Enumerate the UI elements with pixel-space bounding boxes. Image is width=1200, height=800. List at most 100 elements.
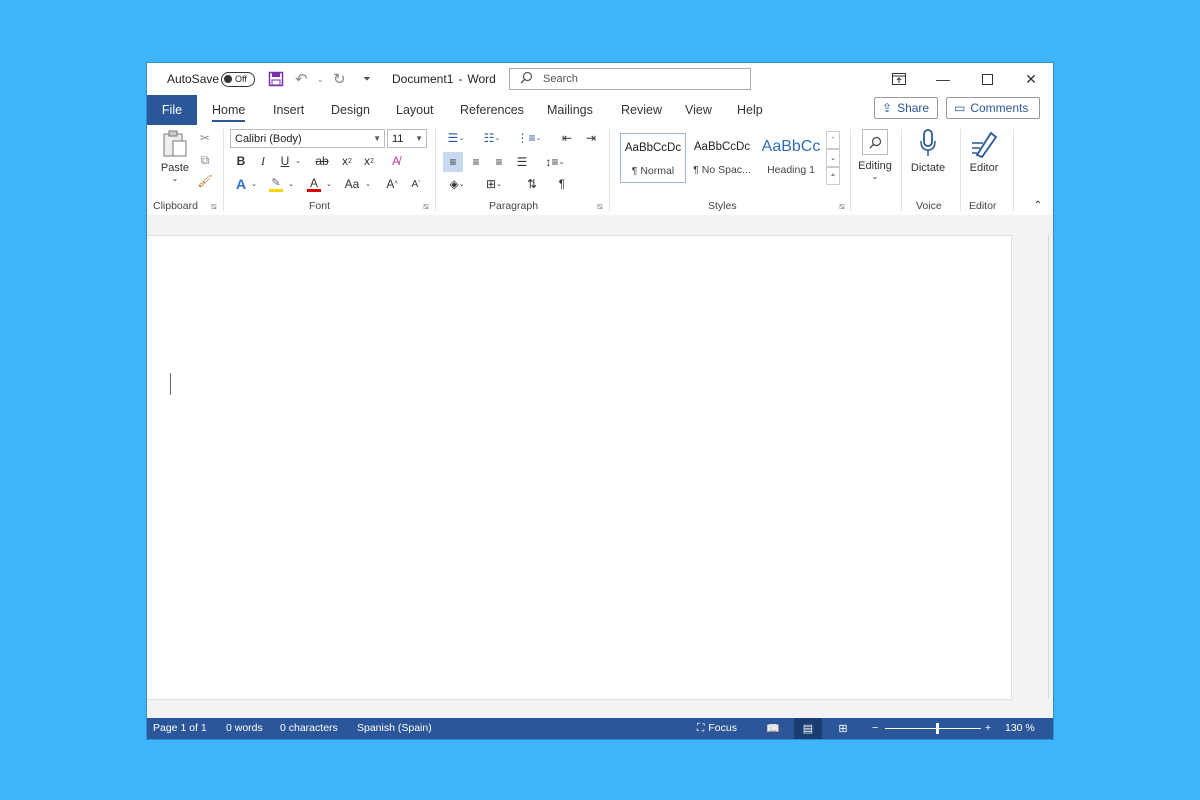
title-separator: - — [458, 72, 463, 86]
autosave-label: AutoSave — [167, 72, 220, 86]
line-spacing-button[interactable]: ↕≡ ⌄ — [540, 152, 570, 172]
document-area — [147, 215, 1053, 718]
document-page[interactable] — [147, 235, 1012, 700]
zoom-slider[interactable] — [885, 723, 981, 734]
web-layout-icon[interactable]: ⊞ — [829, 718, 857, 739]
style-heading-1[interactable]: AaBbCc Heading 1 — [758, 133, 824, 183]
share-button[interactable]: ⇪ Share — [874, 97, 938, 119]
paste-button[interactable]: Paste ⌄ — [157, 129, 193, 183]
text-effects-button[interactable]: A — [233, 175, 249, 193]
numbering-button[interactable]: ☷ ⌄ — [479, 129, 505, 147]
language-indicator[interactable]: Spanish (Spain) — [357, 718, 432, 739]
decrease-indent-icon[interactable]: ⇤ — [558, 129, 576, 147]
font-size-select[interactable]: 11 ▼ — [387, 129, 427, 148]
vertical-scrollbar[interactable] — [1048, 235, 1049, 698]
highlight-dropdown-icon[interactable]: ⌄ — [286, 175, 296, 193]
close-icon[interactable]: ✕ — [1009, 63, 1053, 95]
read-mode-icon[interactable]: 📖 — [759, 718, 787, 739]
tab-references[interactable]: References — [460, 95, 524, 125]
shading-button[interactable]: ◈ ⌄ — [443, 175, 471, 193]
dictate-button[interactable]: Dictate — [905, 129, 951, 174]
sort-icon[interactable]: ⇅ — [522, 175, 542, 193]
tab-review[interactable]: Review — [621, 95, 662, 125]
tab-mailings[interactable]: Mailings — [547, 95, 593, 125]
minimize-icon[interactable]: — — [921, 63, 965, 95]
highlight-color-button[interactable]: ✎ — [267, 175, 285, 193]
cut-icon[interactable]: ✂ — [196, 129, 214, 147]
font-color-dropdown-icon[interactable]: ⌄ — [324, 175, 334, 193]
copy-icon[interactable]: ⧉ — [196, 151, 214, 169]
ribbon-display-options-icon[interactable] — [877, 63, 921, 95]
style-no-spacing[interactable]: AaBbCcDc ¶ No Spac... — [689, 133, 755, 183]
superscript-button[interactable]: x2 — [361, 152, 377, 170]
font-family-select[interactable]: Calibri (Body) ▼ — [230, 129, 385, 148]
align-left-icon[interactable]: ≡ — [443, 152, 463, 172]
redo-icon[interactable]: ↻ — [333, 63, 346, 95]
styles-launcher-icon[interactable]: ⧅ — [839, 201, 845, 212]
tab-insert[interactable]: Insert — [273, 95, 304, 125]
bullets-button[interactable]: ☰ ⌄ — [443, 129, 469, 147]
autosave-toggle[interactable]: Off — [221, 71, 255, 87]
clear-formatting-icon[interactable]: A̸ — [387, 152, 405, 170]
align-right-icon[interactable]: ≡ — [489, 152, 509, 172]
change-case-dropdown-icon[interactable]: ⌄ — [363, 175, 373, 193]
clipboard-launcher-icon[interactable]: ⧅ — [211, 201, 217, 212]
underline-dropdown-icon[interactable]: ⌄ — [293, 152, 303, 170]
tab-design[interactable]: Design — [331, 95, 370, 125]
style-normal[interactable]: AaBbCcDc ¶ Normal — [620, 133, 686, 183]
text-cursor — [170, 373, 171, 395]
paragraph-launcher-icon[interactable]: ⧅ — [597, 201, 603, 212]
paragraph-group-label: Paragraph — [489, 200, 539, 212]
font-launcher-icon[interactable]: ⧅ — [423, 201, 429, 212]
print-layout-icon[interactable]: ▤ — [794, 718, 822, 739]
tab-layout[interactable]: Layout — [396, 95, 434, 125]
styles-scroll-up-icon[interactable]: ⌃ — [826, 131, 840, 149]
tab-home[interactable]: Home — [212, 95, 246, 122]
zoom-in-button[interactable]: + — [985, 718, 991, 739]
bold-button[interactable]: B — [233, 152, 249, 170]
underline-button[interactable]: U — [277, 152, 293, 170]
zoom-level[interactable]: 130 % — [1005, 718, 1035, 739]
focus-button[interactable]: ⛶ Focus — [697, 718, 737, 739]
strikethrough-button[interactable]: ab — [312, 152, 332, 170]
undo-icon[interactable]: ↶ — [295, 63, 308, 95]
show-formatting-button[interactable]: ¶ — [552, 175, 572, 193]
font-color-button[interactable]: A — [305, 175, 323, 193]
word-count[interactable]: 0 words — [226, 718, 263, 739]
group-divider — [901, 129, 902, 211]
italic-button[interactable]: I — [255, 152, 271, 170]
autosave-state: Off — [235, 74, 247, 84]
format-painter-icon[interactable]: 🖌 — [196, 172, 214, 190]
zoom-slider-thumb[interactable] — [936, 723, 940, 734]
tab-file[interactable]: File — [147, 95, 197, 125]
editor-button[interactable]: Editor — [963, 129, 1005, 174]
zoom-out-button[interactable]: − — [872, 718, 878, 739]
change-case-button[interactable]: Aa — [341, 175, 363, 193]
editing-button[interactable]: Editing ⌄ — [855, 129, 895, 181]
borders-button[interactable]: ⊞ ⌄ — [479, 175, 509, 193]
search-box[interactable]: Search — [509, 68, 751, 90]
collapse-ribbon-icon[interactable]: ⌃ — [1031, 199, 1045, 211]
paste-dropdown-icon[interactable]: ⌄ — [157, 174, 193, 183]
page-count[interactable]: Page 1 of 1 — [153, 718, 207, 739]
comments-button[interactable]: ▭ Comments — [946, 97, 1040, 119]
styles-group-label: Styles — [708, 200, 737, 212]
customize-quick-access-icon[interactable]: ⏷ — [363, 63, 371, 95]
tab-view[interactable]: View — [685, 95, 712, 125]
justify-icon[interactable]: ☰ — [512, 152, 532, 172]
increase-indent-icon[interactable]: ⇥ — [582, 129, 600, 147]
subscript-button[interactable]: x2 — [339, 152, 355, 170]
tab-help[interactable]: Help — [737, 95, 763, 125]
character-count[interactable]: 0 characters — [280, 718, 338, 739]
save-icon[interactable] — [268, 63, 284, 95]
undo-dropdown-icon[interactable]: ⌄ — [317, 63, 324, 95]
multilevel-list-button[interactable]: ⋮≡ ⌄ — [515, 129, 543, 147]
styles-scroll-down-icon[interactable]: ⌄ — [826, 149, 840, 167]
grow-font-button[interactable]: A ^ — [383, 175, 401, 193]
shrink-font-button[interactable]: Aˇ — [407, 175, 425, 193]
style-sample: AaBbCcDc — [693, 141, 751, 153]
styles-more-icon[interactable]: ⩡ — [826, 167, 840, 185]
maximize-icon[interactable] — [965, 63, 1009, 95]
align-center-icon[interactable]: ≡ — [466, 152, 486, 172]
text-effects-dropdown-icon[interactable]: ⌄ — [249, 175, 259, 193]
